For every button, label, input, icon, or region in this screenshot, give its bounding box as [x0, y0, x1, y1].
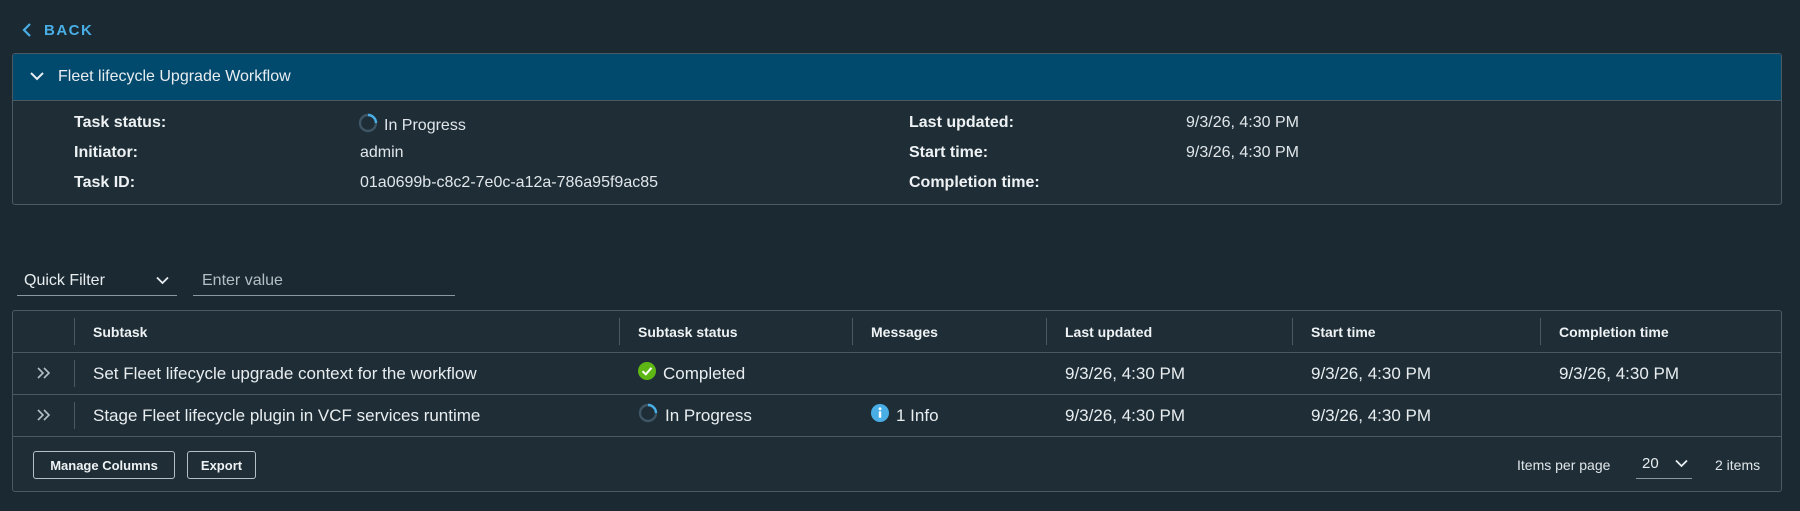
subtask-cell: Stage Fleet lifecycle plugin in VCF serv…: [74, 395, 619, 436]
column-header-messages[interactable]: Messages: [852, 311, 1046, 352]
last-updated-label: Last updated:: [909, 114, 1014, 131]
item-count: 2 items: [1715, 457, 1761, 473]
task-status-label: Task status:: [74, 114, 167, 131]
grid-header-row: Subtask Subtask status Messages Last upd…: [13, 311, 1781, 353]
export-button[interactable]: Export: [187, 451, 256, 479]
initiator-value: admin: [360, 144, 404, 161]
table-row: Stage Fleet lifecycle plugin in VCF serv…: [13, 395, 1781, 437]
filter-value-input[interactable]: [193, 266, 455, 296]
task-id-label: Task ID:: [74, 174, 136, 191]
start-time-value: 9/3/26, 4:30 PM: [1186, 144, 1299, 161]
column-header-start-time[interactable]: Start time: [1292, 311, 1540, 352]
start-time-cell: 9/3/26, 4:30 PM: [1311, 363, 1432, 383]
table-row: Set Fleet lifecycle upgrade context for …: [13, 353, 1781, 395]
column-header-completion-time[interactable]: Completion time: [1540, 311, 1781, 352]
messages-cell: [852, 353, 1046, 394]
chevron-left-icon: [22, 23, 32, 37]
start-time-label: Start time:: [909, 144, 989, 161]
quick-filter-select[interactable]: Quick Filter: [17, 266, 177, 296]
double-chevron-right-icon: [36, 406, 52, 426]
column-header-last-updated[interactable]: Last updated: [1046, 311, 1292, 352]
chevron-down-icon: [30, 68, 44, 86]
expand-row-button[interactable]: [13, 353, 74, 394]
last-updated-cell: 9/3/26, 4:30 PM: [1065, 363, 1186, 383]
completion-time-label: Completion time:: [909, 174, 1040, 191]
workflow-summary-card: Fleet lifecycle Upgrade Workflow Task st…: [12, 53, 1782, 205]
quick-filter-value: Quick Filter: [24, 271, 105, 289]
initiator-label: Initiator:: [74, 144, 138, 161]
spinner-icon: [638, 403, 658, 428]
manage-columns-button[interactable]: Manage Columns: [33, 451, 175, 479]
double-chevron-right-icon: [36, 364, 52, 384]
completion-time-cell: 9/3/26, 4:30 PM: [1559, 363, 1680, 383]
workflow-card-header[interactable]: Fleet lifecycle Upgrade Workflow: [13, 54, 1781, 101]
column-header-subtask-status[interactable]: Subtask status: [619, 311, 852, 352]
workflow-title: Fleet lifecycle Upgrade Workflow: [58, 68, 291, 85]
subtask-cell: Set Fleet lifecycle upgrade context for …: [74, 353, 619, 394]
grid-footer: Manage Columns Export Items per page 20 …: [13, 437, 1781, 491]
check-circle-icon: [638, 362, 656, 385]
back-label: BACK: [44, 21, 94, 39]
chevron-down-icon: [1675, 455, 1688, 472]
task-status-value: In Progress: [358, 113, 466, 139]
subtask-status-cell: Completed: [619, 353, 852, 394]
info-icon: [871, 404, 889, 427]
subtask-grid: Subtask Subtask status Messages Last upd…: [12, 310, 1782, 492]
back-link[interactable]: BACK: [22, 19, 93, 41]
spinner-icon: [358, 113, 378, 139]
last-updated-value: 9/3/26, 4:30 PM: [1186, 114, 1299, 131]
items-per-page-label: Items per page: [1517, 457, 1611, 473]
last-updated-cell: 9/3/26, 4:30 PM: [1065, 405, 1186, 425]
chevron-down-icon: [156, 272, 169, 290]
expand-row-button[interactable]: [13, 395, 74, 436]
start-time-cell: 9/3/26, 4:30 PM: [1311, 405, 1432, 425]
messages-cell[interactable]: 1 Info: [852, 395, 1046, 436]
task-id-value: 01a0699b-c8c2-7e0c-a12a-786a95f9ac85: [360, 174, 659, 191]
subtask-status-cell: In Progress: [619, 395, 852, 436]
column-header-subtask[interactable]: Subtask: [74, 311, 619, 352]
completion-time-cell: [1540, 395, 1781, 436]
items-per-page-select[interactable]: 20: [1636, 449, 1692, 479]
